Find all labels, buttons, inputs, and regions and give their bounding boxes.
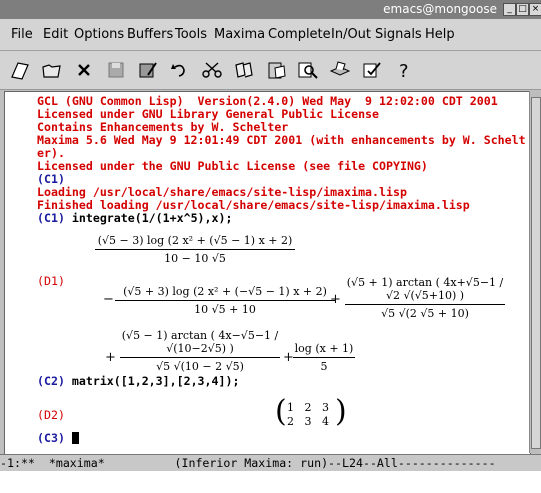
menu-bar: File Edit Options Buffers Tools Maxima C… — [0, 19, 541, 51]
paste-icon[interactable] — [264, 59, 288, 81]
minimize-button[interactable]: _ — [503, 3, 516, 16]
undo-icon[interactable] — [168, 59, 192, 81]
help-icon[interactable]: ? — [392, 59, 416, 82]
header-line: Contains Enhancements by W. Schelter — [37, 120, 289, 134]
input-c2: matrix([1,2,3],[2,3,4]); — [71, 374, 240, 388]
header-line: Licensed under the GNU Public License (s… — [37, 159, 428, 173]
minibuffer[interactable] — [0, 471, 541, 493]
close-icon[interactable] — [72, 59, 96, 81]
tool-bar: ? — [0, 51, 541, 90]
output-label-d2: (D2) — [37, 408, 65, 422]
loading-line: Loading /usr/local/share/emacs/site-lisp… — [37, 185, 407, 199]
copy-icon[interactable] — [232, 59, 256, 81]
title-bar: emacs@mongoose _ □ × — [0, 0, 541, 19]
header-line: Licensed under GNU Library General Publi… — [37, 107, 380, 121]
menu-tools[interactable]: Tools — [175, 27, 207, 42]
save-as-icon[interactable] — [136, 59, 160, 81]
text-cursor — [71, 432, 79, 444]
prompt-c3: (C3) — [37, 431, 79, 445]
search-icon[interactable] — [296, 59, 320, 81]
matrix-paren-right: ) — [335, 394, 347, 429]
d1-term-1: (√5 − 3) log (2 x² + (√5 − 1) x + 2) 10 −… — [95, 234, 295, 265]
scrollbar-thumb[interactable] — [531, 97, 541, 449]
input-c1: integrate(1/(1+x^5),x); — [71, 211, 233, 225]
d1-term-3: (√5 + 1) arctan ( 4x+√5−1 / √2 √(√5+10) … — [345, 276, 505, 320]
d1-term-4: (√5 − 1) arctan ( 4x−√5−1 / √(10−2√5) ) √… — [120, 329, 280, 373]
d1-term-5: log (x + 1) 5 — [293, 342, 355, 373]
menu-maxima[interactable]: Maxima — [214, 27, 265, 42]
cut-icon[interactable] — [200, 59, 224, 81]
header-line: Maxima 5.6 Wed May 9 12:01:49 CDT 2001 (… — [37, 133, 526, 147]
header-line: GCL (GNU Common Lisp) Version(2.4.0) Wed… — [37, 94, 498, 108]
menu-complete[interactable]: Complete — [268, 27, 331, 42]
vertical-scrollbar[interactable] — [529, 91, 541, 453]
svg-text:?: ? — [399, 61, 409, 81]
header-line: er). — [37, 146, 65, 160]
menu-help[interactable]: Help — [425, 27, 455, 42]
customize-icon[interactable] — [360, 59, 384, 81]
d1-term-2: (√5 + 3) log (2 x² + (−√5 − 1) x + 2) 10 … — [115, 285, 335, 316]
menu-signals[interactable]: Signals — [375, 27, 422, 42]
menu-in-out[interactable]: In/Out — [331, 27, 371, 42]
loading-line: Finished loading /usr/local/share/emacs/… — [37, 198, 470, 212]
maximize-button[interactable]: □ — [516, 3, 529, 16]
plus-sign: + — [105, 350, 116, 365]
window-title: emacs@mongoose — [383, 2, 497, 16]
minus-sign: − — [103, 292, 114, 307]
menu-buffers[interactable]: Buffers — [127, 27, 173, 42]
prompt-c1: (C1) integrate(1/(1+x^5),x); — [37, 211, 233, 225]
menu-options[interactable]: Options — [74, 27, 124, 42]
mode-line: -1:** *maxima* (Inferior Maxima: run)--L… — [0, 454, 541, 472]
menu-edit[interactable]: Edit — [43, 27, 68, 42]
open-file-icon[interactable] — [8, 59, 32, 81]
output-label-d1: (D1) — [37, 274, 65, 288]
prompt-c1-first: (C1) — [37, 172, 65, 186]
maxima-buffer[interactable]: GCL (GNU Common Lisp) Version(2.4.0) Wed… — [4, 91, 531, 455]
menu-file[interactable]: File — [11, 27, 33, 42]
prompt-c2: (C2) matrix([1,2,3],[2,3,4]); — [37, 374, 240, 388]
open-directory-icon[interactable] — [40, 59, 64, 81]
matrix-paren-left: ( — [275, 394, 287, 429]
save-icon[interactable] — [104, 59, 128, 81]
print-icon[interactable] — [328, 59, 352, 81]
plus-sign: + — [330, 292, 341, 307]
close-window-button[interactable]: × — [529, 3, 541, 16]
matrix-row: 1 2 3 — [287, 401, 329, 414]
matrix-row: 2 3 4 — [287, 415, 329, 428]
